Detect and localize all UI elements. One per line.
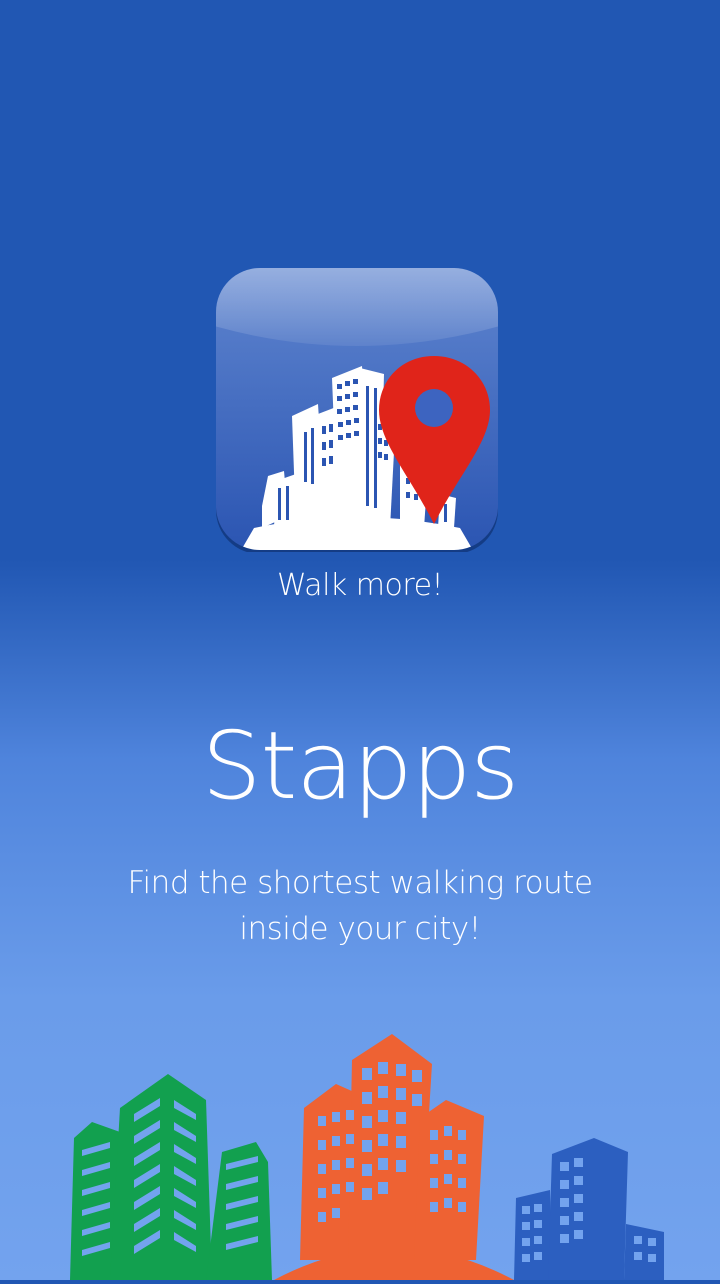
orange-buildings xyxy=(274,1034,514,1280)
app-title: Stapps xyxy=(201,712,519,821)
tagline: Walk more! xyxy=(276,568,444,603)
app-description: Find the shortest walking route inside y… xyxy=(127,865,593,947)
city-skyline-illustration xyxy=(0,1030,720,1280)
green-buildings xyxy=(70,1074,272,1280)
blue-buildings xyxy=(514,1138,664,1280)
app-icon xyxy=(214,266,500,554)
city-location-pin-icon xyxy=(216,268,498,554)
